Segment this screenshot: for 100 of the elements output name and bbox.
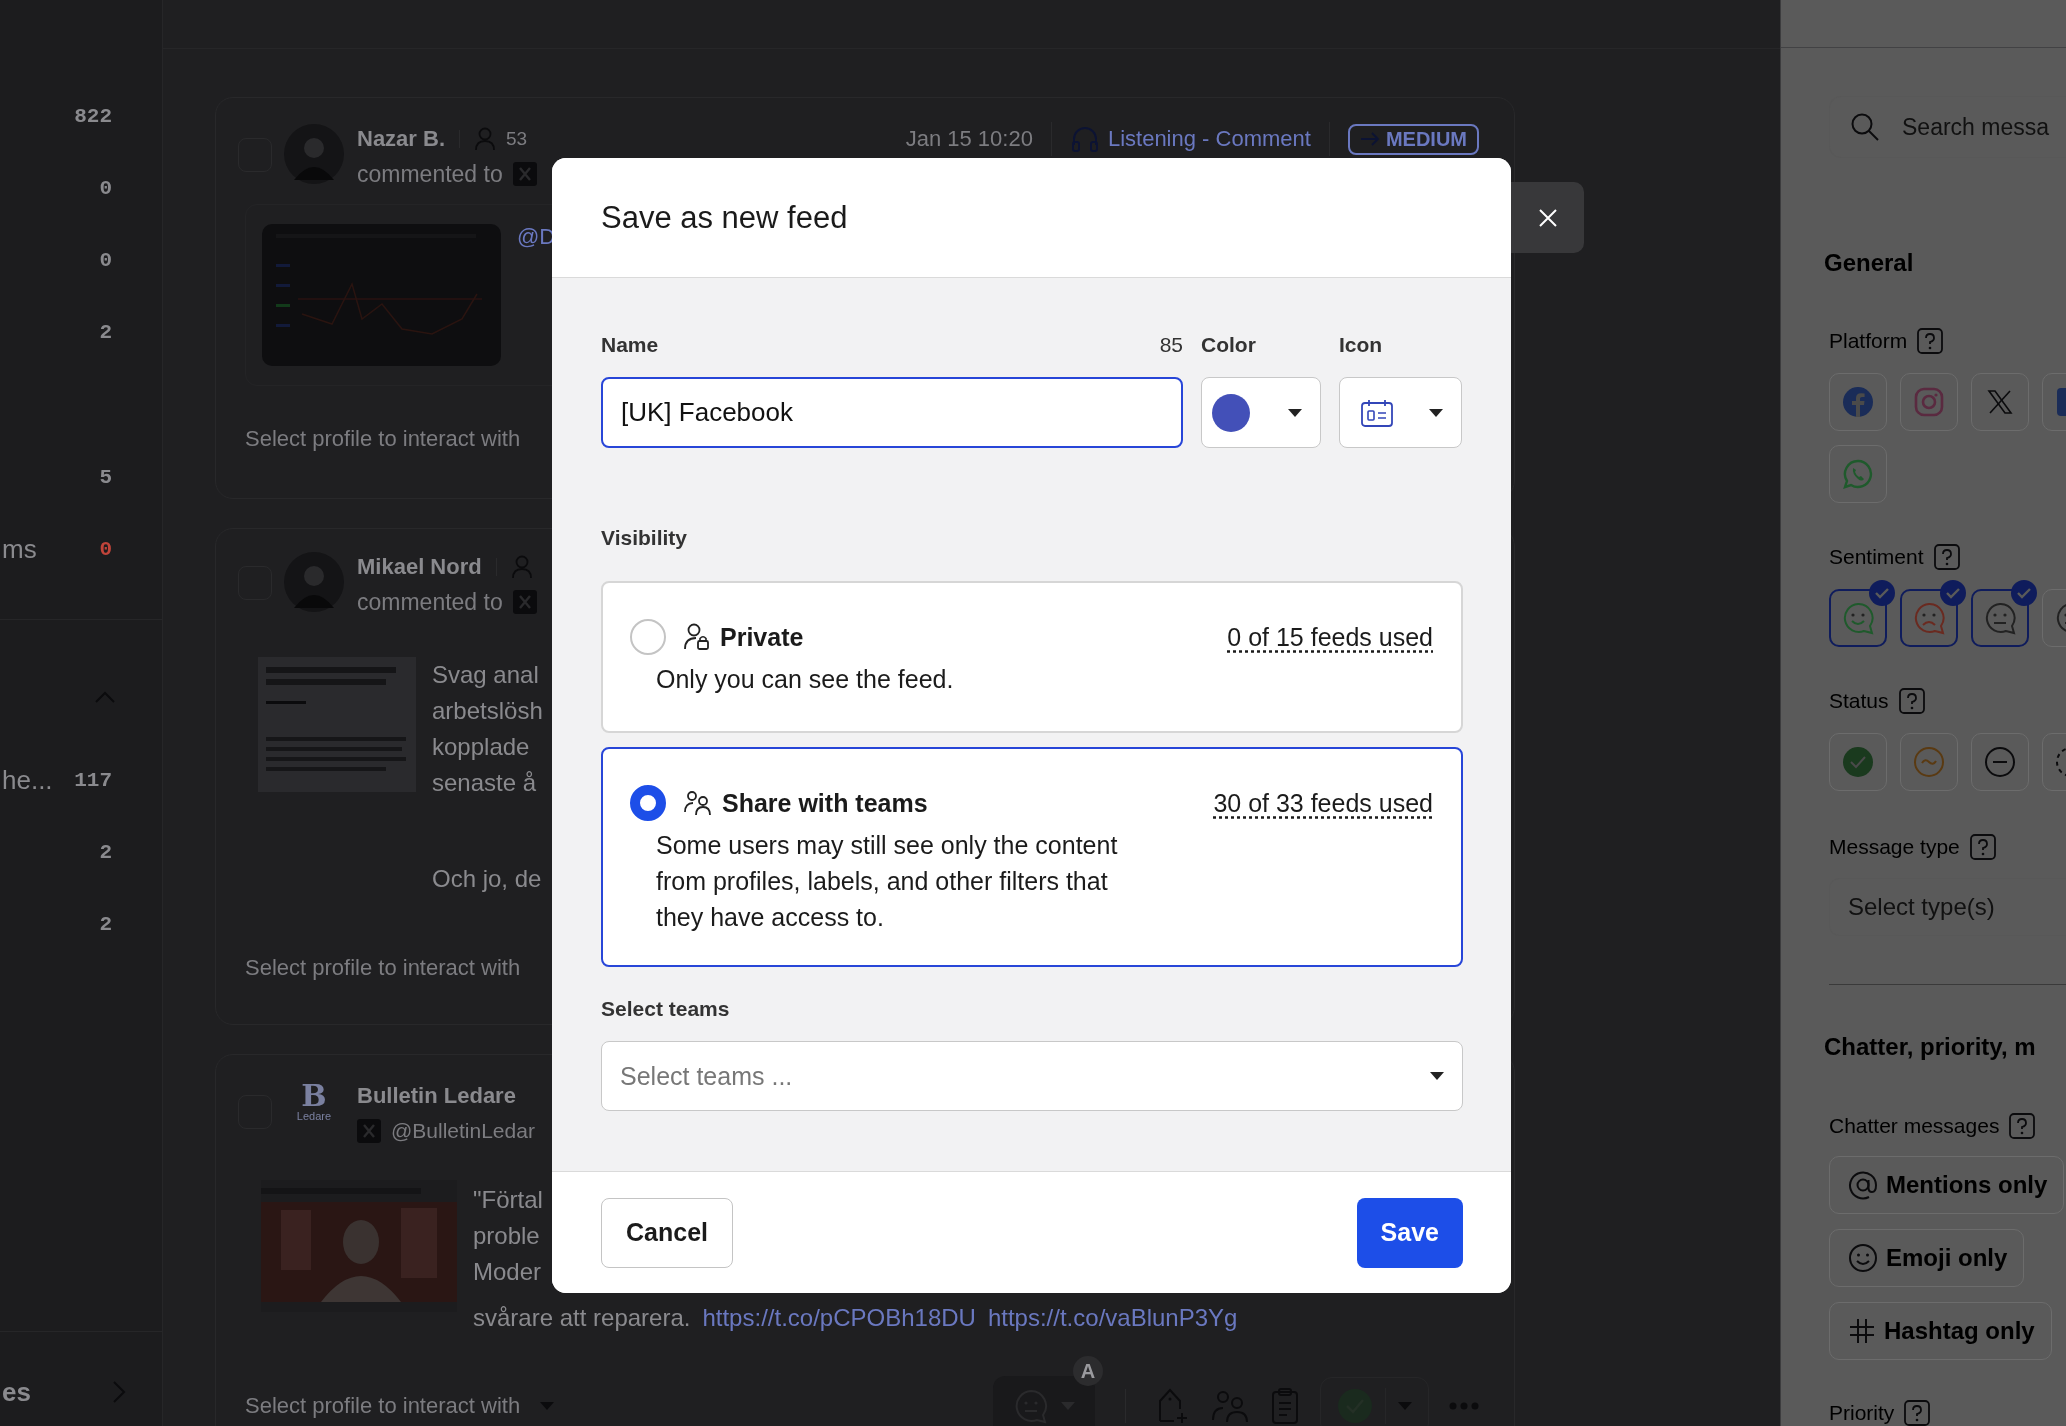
avatar	[284, 552, 344, 612]
count: 2	[99, 912, 112, 936]
option-title: Share with teams	[722, 788, 928, 818]
section-heading: Chatter, priority, m	[1824, 1033, 2037, 1061]
visibility-option[interactable]: Share with teams 30 of 33 feeds used Some users may still see only the content from profiles, labels, and other filters that they have access to.	[601, 747, 1463, 967]
teams-select[interactable]: Select teams ...	[601, 1041, 1463, 1111]
help-icon[interactable]	[1898, 688, 1925, 714]
radio-button[interactable]	[630, 785, 666, 821]
filter-option[interactable]	[1971, 373, 2029, 431]
post-text: proble	[473, 1221, 541, 1251]
close-icon	[1537, 207, 1558, 228]
chatter-filter-button[interactable]: Mentions only	[1829, 1156, 2065, 1214]
close-button[interactable]	[1511, 182, 1584, 253]
character-counter: 85	[1159, 333, 1183, 357]
users-icon	[684, 790, 712, 816]
at-sign-icon	[1848, 1170, 1878, 1200]
filter-option[interactable]	[1900, 373, 1958, 431]
filter-label: Sentiment	[1829, 545, 1924, 569]
x-icon	[512, 590, 537, 614]
usage-text: 0 of 15 feeds used	[1227, 622, 1433, 652]
help-icon[interactable]	[2009, 1113, 2036, 1139]
filter-option[interactable]	[1829, 589, 1887, 647]
count: 822	[74, 104, 112, 128]
field-label: Name	[601, 333, 659, 357]
post-text: kopplade	[432, 732, 531, 762]
author-name[interactable]: Mikael Nord	[357, 554, 482, 580]
caret-icon	[1430, 1072, 1444, 1080]
option-description: Some users may still see only the content from profiles, labels, and other filters that they have access to.	[656, 830, 1119, 933]
url-link[interactable]: https://t.co/pCPOBh18DU	[702, 1304, 976, 1332]
count: 0	[99, 176, 112, 200]
tilde-circle-icon	[1913, 746, 1945, 778]
filter-label: Chatter messages	[1829, 1114, 2000, 1138]
count: 5	[99, 465, 112, 489]
icon-picker[interactable]	[1339, 377, 1462, 448]
filter-option[interactable]	[1971, 589, 2029, 647]
count: 117	[74, 768, 112, 792]
filter-option[interactable]	[1829, 373, 1887, 431]
post-text: Svag anal	[432, 660, 540, 690]
filter-label: Platform	[1829, 329, 1908, 353]
count: 2	[99, 840, 112, 864]
nav-label[interactable]: he...	[2, 764, 53, 796]
help-icon[interactable]	[1917, 328, 1944, 354]
check-badge-icon	[1940, 580, 1966, 606]
author-name[interactable]: Bulletin Ledare	[357, 1083, 516, 1109]
face-bubble-icon	[1983, 601, 2017, 635]
caret-icon	[1429, 408, 1443, 417]
check-circle-icon	[1842, 746, 1874, 778]
filter-label: Priority	[1829, 1401, 1895, 1425]
facebook-icon	[1842, 386, 1874, 418]
account-handle[interactable]: @BulletinLedar	[391, 1119, 535, 1143]
assignee-badge: A	[1073, 1356, 1103, 1386]
filter-option[interactable]	[1900, 733, 1958, 791]
nav-label[interactable]: ms	[2, 533, 37, 565]
section-heading: General	[1824, 249, 1915, 277]
smiley-icon	[1848, 1243, 1878, 1273]
search-input[interactable]: Search messa	[1902, 113, 2064, 141]
radio-button[interactable]	[630, 619, 666, 655]
filter-option[interactable]	[1829, 733, 1887, 791]
hashtag-icon	[1848, 1317, 1876, 1345]
priority-badge: MEDIUM	[1347, 123, 1479, 155]
filter-option[interactable]	[1971, 733, 2029, 791]
section-label: Visibility	[601, 526, 688, 550]
chatter-filter-button[interactable]: Emoji only	[1829, 1229, 2025, 1287]
option-title: Private	[720, 622, 804, 652]
cancel-button[interactable]: Cancel	[601, 1197, 733, 1268]
filter-option[interactable]	[1829, 445, 1887, 503]
action-text: commented to	[357, 588, 503, 616]
channel-label: Listening - Comment	[1107, 126, 1311, 152]
filter-option[interactable]	[1900, 589, 1958, 647]
profile-select[interactable]: Select profile to interact with	[245, 1393, 521, 1419]
help-icon[interactable]	[1904, 1400, 1931, 1426]
search-icon	[1850, 112, 1880, 142]
filter-label: Status	[1829, 689, 1889, 713]
face-bubble-icon	[1912, 601, 1946, 635]
count: 0	[99, 248, 112, 272]
post-text: Moder	[473, 1257, 543, 1287]
post-text: svårare att reparera.	[473, 1303, 691, 1333]
field-label: Select teams	[601, 997, 731, 1021]
calendar-icon	[1360, 397, 1394, 428]
name-input[interactable]: [UK] Facebook	[601, 377, 1183, 448]
field-label: Color	[1201, 333, 1257, 357]
post-text: Och jo, de	[432, 864, 543, 894]
url-link[interactable]: https://t.co/vaBlunP3Yg	[987, 1304, 1238, 1332]
account-logo: B Ledare	[295, 1081, 333, 1122]
post-text: "Förtal	[473, 1185, 543, 1215]
action-text: commented to	[357, 160, 503, 188]
count: 2	[99, 320, 112, 344]
x-logo-icon	[1987, 389, 2013, 415]
face-bubble-icon	[1841, 601, 1875, 635]
visibility-option[interactable]: Private 0 of 15 feeds used Only you can see the feed.	[601, 581, 1463, 733]
usage-text: 30 of 33 feeds used	[1213, 788, 1433, 818]
minus-circle-icon	[1984, 746, 2016, 778]
save-button[interactable]: Save	[1356, 1197, 1463, 1268]
nav-label[interactable]: es	[2, 1376, 31, 1408]
help-icon[interactable]	[1933, 544, 1960, 570]
follower-count: 53	[506, 128, 528, 150]
author-name[interactable]: Nazar B.	[357, 126, 446, 152]
chatter-filter-button[interactable]: Hashtag only	[1829, 1302, 2052, 1360]
help-icon[interactable]	[1969, 834, 1996, 860]
color-picker[interactable]	[1201, 377, 1321, 448]
